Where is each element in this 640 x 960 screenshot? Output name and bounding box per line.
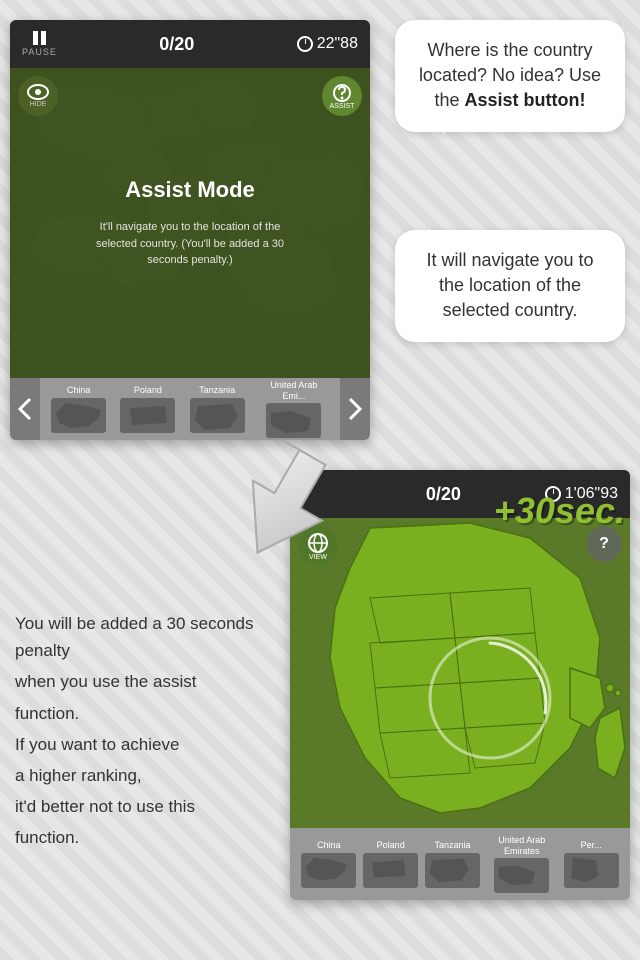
list-item[interactable]: United Arab Emirates xyxy=(487,835,557,894)
top-bar: PAUSE 0/20 22"88 xyxy=(10,20,370,68)
uae-silhouette xyxy=(266,403,321,438)
bubble1-bold: Assist button! xyxy=(465,90,586,110)
list-item[interactable]: Per... xyxy=(564,840,619,888)
bubble2-text: It will navigate you to the location of … xyxy=(426,250,593,320)
uae-silhouette-2 xyxy=(494,858,549,893)
map-area-top: HIDE ASSIST Assist Mode It'll navigate y… xyxy=(10,68,370,378)
timer-icon xyxy=(297,36,313,52)
assist-label: ASSIST xyxy=(330,103,355,110)
poland-silhouette-2 xyxy=(363,853,418,888)
poland-silhouette xyxy=(120,398,175,433)
speech-bubble-2: It will navigate you to the location of … xyxy=(395,230,625,342)
country-label-per: Per... xyxy=(581,840,602,851)
bubble1-text: Where is the country located? No idea? U… xyxy=(419,40,601,110)
instruction-line-4: If you want to achieve xyxy=(15,731,275,758)
country-label-tanzania-2: Tanzania xyxy=(434,840,470,851)
bottom-strip-top: China Poland Tanzania xyxy=(10,378,370,440)
list-item[interactable]: Tanzania xyxy=(190,385,245,433)
peru-silhouette xyxy=(564,853,619,888)
hide-label: HIDE xyxy=(30,101,47,108)
right-chevron-icon xyxy=(345,394,365,424)
assist-button[interactable]: ASSIST xyxy=(322,76,362,116)
list-item[interactable]: China xyxy=(51,385,106,433)
china-silhouette xyxy=(51,398,106,433)
list-item[interactable]: Tanzania xyxy=(425,840,480,888)
country-label-uae-2: United Arab Emirates xyxy=(487,835,557,857)
assist-overlay: Assist Mode It'll navigate you to the lo… xyxy=(10,68,370,378)
timer-value: 22"88 xyxy=(317,35,358,53)
instruction-line-1: You will be added a 30 seconds penalty xyxy=(15,610,275,664)
hide-button[interactable]: HIDE xyxy=(18,76,58,116)
country-items: China Poland Tanzania xyxy=(40,380,340,439)
direction-arrow-icon xyxy=(230,440,350,580)
instruction-line-6: it'd better not to use this xyxy=(15,793,275,820)
country-label-china-2: China xyxy=(317,840,341,851)
pause-button[interactable]: PAUSE xyxy=(22,31,57,57)
speech-bubble-1: Where is the country located? No idea? U… xyxy=(395,20,625,132)
pause-label: PAUSE xyxy=(22,47,57,57)
country-label-tanzania: Tanzania xyxy=(199,385,235,396)
list-item[interactable]: China xyxy=(301,840,356,888)
eye-icon xyxy=(27,84,49,100)
instruction-line-3: function. xyxy=(15,700,275,727)
bottom-strip-bottom: China Poland Tanzania xyxy=(290,828,630,900)
country-label-poland-2: Poland xyxy=(377,840,405,851)
list-item[interactable]: United Arab Emi... xyxy=(259,380,329,439)
assist-title: Assist Mode xyxy=(125,177,255,203)
instruction-text: You will be added a 30 seconds penalty w… xyxy=(15,610,275,856)
instruction-line-2: when you use the assist xyxy=(15,668,275,695)
pause-bar-left xyxy=(33,31,38,45)
assist-icon xyxy=(332,83,352,103)
list-item[interactable]: Poland xyxy=(363,840,418,888)
next-arrow[interactable] xyxy=(340,378,370,440)
instruction-line-5: a higher ranking, xyxy=(15,762,275,789)
assist-question-icon: ? xyxy=(599,535,609,553)
instruction-line-7: function. xyxy=(15,824,275,851)
timer-hand xyxy=(305,39,306,44)
country-label-uae: United Arab Emi... xyxy=(259,380,329,402)
country-items-2: China Poland Tanzania xyxy=(290,835,630,894)
big-arrow xyxy=(230,440,350,580)
country-label-china: China xyxy=(67,385,91,396)
score-display-2: 0/20 xyxy=(426,484,461,505)
pause-bar-right xyxy=(41,31,46,45)
penalty-text: +30sec. xyxy=(494,490,625,532)
country-label-poland: Poland xyxy=(134,385,162,396)
left-chevron-icon xyxy=(15,394,35,424)
tanzania-silhouette xyxy=(190,398,245,433)
top-game-screenshot: PAUSE 0/20 22"88 xyxy=(10,20,370,440)
timer-display: 22"88 xyxy=(297,35,358,53)
assist-description: It'll navigate you to the location of th… xyxy=(80,219,300,269)
pause-icon xyxy=(33,31,46,45)
prev-arrow[interactable] xyxy=(10,378,40,440)
list-item[interactable]: Poland xyxy=(120,385,175,433)
score-display: 0/20 xyxy=(159,34,194,55)
tanzania-silhouette-2 xyxy=(425,853,480,888)
china-silhouette-2 xyxy=(301,853,356,888)
